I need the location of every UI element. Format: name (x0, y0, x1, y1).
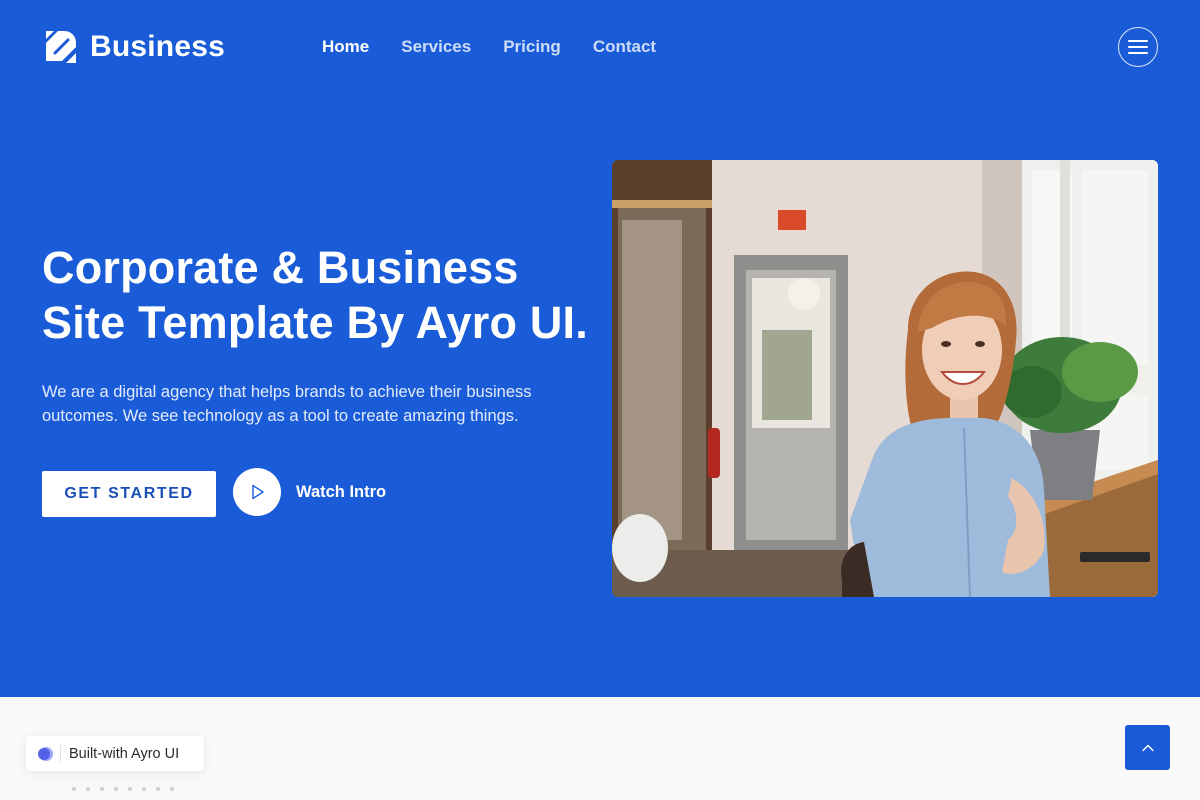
woman-office-photo (612, 160, 1158, 597)
watch-intro-button[interactable]: Watch Intro (233, 468, 386, 516)
built-with-badge[interactable]: Built-with Ayro UI (26, 736, 204, 771)
dot (100, 787, 104, 791)
dot (156, 787, 160, 791)
back-to-top-button[interactable] (1125, 725, 1170, 770)
menu-line (1128, 40, 1148, 42)
hero-description: We are a digital agency that helps brand… (42, 380, 582, 428)
hero-description-line-1: We are a digital agency that helps brand… (42, 383, 532, 401)
main-nav: Home Services Pricing Contact (322, 36, 656, 58)
nav-item-services[interactable]: Services (401, 36, 471, 58)
hamburger-icon[interactable] (1118, 27, 1158, 67)
decorative-dots (72, 787, 174, 791)
brand-name: Business (90, 30, 225, 63)
brand-logo-icon (46, 31, 76, 63)
nav-item-home[interactable]: Home (322, 36, 369, 58)
hero-title-line-2: Site Template By Ayro UI. (42, 297, 588, 348)
badge-divider (60, 745, 61, 762)
dot (128, 787, 132, 791)
chevron-up-icon (1141, 744, 1154, 751)
hero-image (612, 160, 1158, 597)
dot (170, 787, 174, 791)
nav-item-contact[interactable]: Contact (593, 36, 656, 58)
built-with-label: Built-with Ayro UI (69, 745, 180, 762)
dot (72, 787, 76, 791)
play-button[interactable] (233, 468, 281, 516)
play-icon (252, 484, 264, 500)
hero-section: Business Home Services Pricing Contact C… (0, 0, 1200, 697)
get-started-button[interactable]: GET STARTED (42, 471, 216, 517)
dot (86, 787, 90, 791)
dot (142, 787, 146, 791)
menu-line (1128, 52, 1148, 54)
hero-title-line-1: Corporate & Business (42, 242, 519, 293)
ayro-logo-icon (38, 746, 53, 761)
brand[interactable]: Business (42, 28, 225, 66)
dot (114, 787, 118, 791)
menu-line (1128, 46, 1148, 48)
watch-intro-label: Watch Intro (296, 482, 387, 501)
hero-title: Corporate & Business Site Template By Ay… (42, 240, 602, 350)
nav-item-pricing[interactable]: Pricing (503, 36, 561, 58)
hero-description-line-2: outcomes. We see technology as a tool to… (42, 407, 519, 425)
